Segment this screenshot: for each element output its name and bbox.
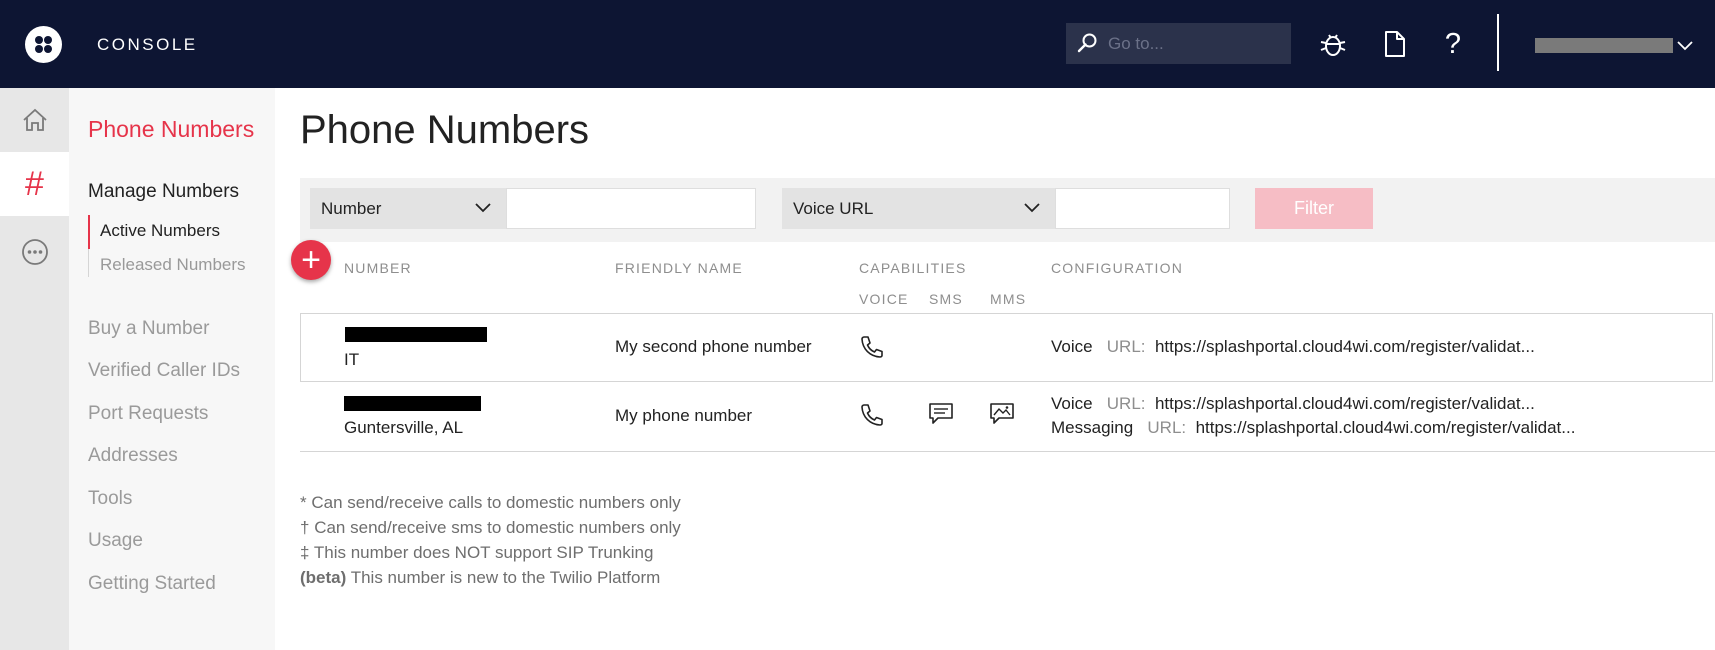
topbar-divider: [1497, 14, 1499, 71]
filter-bar: Number Voice URL Filter: [300, 178, 1715, 242]
search-box[interactable]: [1066, 23, 1291, 64]
nav-active-numbers[interactable]: Active Numbers: [88, 215, 258, 249]
col-friendly-name: FRIENDLY NAME: [615, 260, 743, 276]
account-name-redacted[interactable]: [1535, 38, 1673, 53]
config-voice: Voice URL: https://splashportal.cloud4wi…: [1051, 394, 1535, 413]
chevron-down-icon[interactable]: [1676, 36, 1694, 54]
nav-section-title[interactable]: Phone Numbers: [88, 116, 254, 143]
nav-buy-a-number[interactable]: Buy a Number: [88, 318, 209, 340]
col-mms: MMS: [990, 291, 1027, 307]
phone-number-redacted[interactable]: [345, 327, 487, 342]
twilio-logo-icon[interactable]: [25, 26, 62, 63]
footnotes: * Can send/receive calls to domestic num…: [300, 490, 681, 590]
nav-usage[interactable]: Usage: [88, 530, 143, 552]
filter-field-select[interactable]: Number: [310, 188, 506, 229]
chat-bubble-icon: [929, 403, 953, 424]
bug-icon[interactable]: [1317, 28, 1349, 60]
filter-number-input[interactable]: [506, 188, 756, 229]
nav-addresses[interactable]: Addresses: [88, 445, 178, 467]
phone-icon: [861, 336, 883, 358]
friendly-name: My phone number: [615, 406, 753, 425]
icon-rail: #: [0, 88, 69, 650]
chevron-down-icon: [475, 203, 491, 213]
friendly-name: My second phone number: [615, 337, 812, 356]
footnote: † Can send/receive sms to domestic numbe…: [300, 518, 681, 537]
nav-port-requests[interactable]: Port Requests: [88, 403, 208, 425]
number-location: Guntersville, AL: [344, 418, 464, 437]
filter-voice-url-value: Voice URL: [793, 198, 874, 218]
filter-voice-url-select[interactable]: Voice URL: [782, 188, 1055, 229]
document-icon[interactable]: [1379, 28, 1411, 60]
phone-number-redacted[interactable]: [344, 396, 481, 411]
nav-manage-numbers[interactable]: Manage Numbers: [88, 181, 239, 203]
nav-verified-caller-ids[interactable]: Verified Caller IDs: [88, 360, 240, 382]
manage-numbers-sublist: Active Numbers Released Numbers: [88, 215, 259, 277]
config-messaging: Messaging URL: https://splashportal.clou…: [1051, 418, 1576, 437]
col-sms: SMS: [929, 291, 963, 307]
home-icon: [22, 108, 47, 131]
table-row[interactable]: Guntersville, AL My phone number Voice U…: [300, 382, 1715, 452]
col-capabilities: CAPABILITIES: [859, 260, 967, 276]
table-row[interactable]: IT My second phone number Voice URL: htt…: [300, 313, 1713, 382]
number-location: IT: [344, 350, 360, 369]
filter-voice-url-input[interactable]: [1055, 188, 1230, 229]
rail-more[interactable]: [0, 220, 69, 284]
col-configuration: CONFIGURATION: [1051, 260, 1184, 276]
footnote: (beta) This number is new to the Twilio …: [300, 568, 661, 587]
filter-field-value: Number: [321, 198, 382, 218]
config-voice: Voice URL: https://splashportal.cloud4wi…: [1051, 337, 1535, 356]
console-label[interactable]: CONSOLE: [97, 35, 198, 55]
filter-button[interactable]: Filter: [1255, 188, 1373, 229]
secondary-nav: Phone Numbers Manage Numbers Active Numb…: [69, 88, 275, 650]
more-icon: [21, 239, 48, 265]
search-icon: [1077, 33, 1097, 53]
nav-tools[interactable]: Tools: [88, 488, 132, 510]
help-icon[interactable]: ?: [1437, 28, 1469, 60]
col-number: NUMBER: [344, 260, 412, 276]
plus-icon: +: [301, 241, 321, 279]
image-message-icon: [990, 403, 1014, 424]
nav-getting-started[interactable]: Getting Started: [88, 573, 216, 595]
top-bar: CONSOLE ?: [0, 0, 1715, 88]
chevron-down-icon: [1024, 203, 1040, 213]
page-title: Phone Numbers: [300, 108, 590, 152]
nav-released-numbers[interactable]: Released Numbers: [89, 253, 259, 277]
rail-phone-numbers[interactable]: #: [0, 152, 69, 216]
rail-home[interactable]: [0, 88, 69, 152]
add-number-button[interactable]: +: [291, 240, 331, 280]
hash-icon: #: [25, 164, 44, 203]
footnote: ‡ This number does NOT support SIP Trunk…: [300, 543, 654, 562]
footnote: * Can send/receive calls to domestic num…: [300, 493, 681, 512]
col-voice: VOICE: [859, 291, 909, 307]
search-input[interactable]: [1108, 28, 1283, 59]
phone-icon: [861, 404, 883, 426]
